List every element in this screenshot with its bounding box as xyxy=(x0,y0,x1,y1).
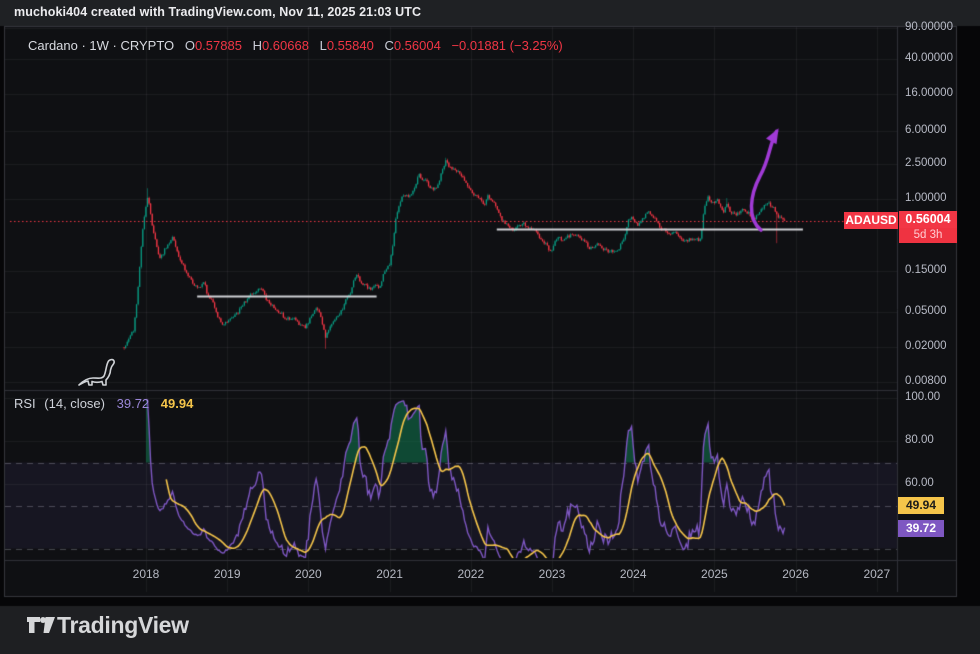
rsi-value: 39.72 xyxy=(117,396,150,411)
year-label: 2018 xyxy=(133,567,160,581)
price-axis-label: 0.05000 xyxy=(905,305,947,317)
year-label: 2019 xyxy=(214,567,241,581)
price-axis-label: 6.00000 xyxy=(905,124,947,136)
open-label: O xyxy=(185,38,195,53)
last-price: 0.56004 xyxy=(899,211,957,228)
change-value: −0.01881 (−3.25%) xyxy=(451,38,562,53)
price-axis-label: 16.00000 xyxy=(905,87,953,99)
symbol-legend[interactable]: Cardano · 1W · CRYPTO O0.57885 H0.60668 … xyxy=(28,38,563,53)
price-axis-label: 0.15000 xyxy=(905,264,947,276)
rsi-params: (14, close) xyxy=(44,396,105,411)
low-label: L xyxy=(320,38,327,53)
rsi-axis-label: 60.00 xyxy=(905,477,934,489)
symbol-price-tag: ADAUSD xyxy=(844,212,898,229)
price-axis-label: 90.00000 xyxy=(905,21,953,33)
rsi-axis-label: 80.00 xyxy=(905,434,934,446)
year-label: 2026 xyxy=(782,567,809,581)
year-label: 2024 xyxy=(620,567,647,581)
rsi-value-tag: 39.72 xyxy=(898,520,944,537)
open-value: 0.57885 xyxy=(195,38,242,53)
bar-countdown: 5d 3h xyxy=(899,228,957,243)
dinosaur-icon xyxy=(76,356,122,390)
year-label: 2021 xyxy=(376,567,403,581)
price-axis-label: 0.02000 xyxy=(905,340,947,352)
close-label: C xyxy=(384,38,393,53)
rsi-ma-tag: 49.94 xyxy=(898,497,944,514)
rsi-title: RSI xyxy=(14,396,36,411)
tradingview-wordmark[interactable]: TradingView xyxy=(57,612,189,639)
price-axis-label: 2.50000 xyxy=(905,157,947,169)
year-label: 2027 xyxy=(863,567,890,581)
year-label: 2020 xyxy=(295,567,322,581)
low-value: 0.55840 xyxy=(327,38,374,53)
close-value: 0.56004 xyxy=(394,38,441,53)
tradingview-logo-icon[interactable] xyxy=(26,613,56,639)
symbol-title: Cardano · 1W · CRYPTO xyxy=(28,38,174,53)
year-label: 2023 xyxy=(539,567,566,581)
high-value: 0.60668 xyxy=(262,38,309,53)
price-axis-label: 1.00000 xyxy=(905,192,947,204)
tradingview-snapshot: muchoki404 created with TradingView.com,… xyxy=(0,0,980,654)
price-axis-label: 40.00000 xyxy=(905,52,953,64)
year-label: 2022 xyxy=(457,567,484,581)
attribution-bar: muchoki404 created with TradingView.com,… xyxy=(14,5,421,19)
chart-canvas[interactable] xyxy=(0,0,980,654)
last-price-box: 0.56004 5d 3h xyxy=(899,211,957,243)
price-axis-label: 0.00800 xyxy=(905,375,947,387)
attribution-text: muchoki404 created with TradingView.com,… xyxy=(14,5,421,19)
high-label: H xyxy=(253,38,262,53)
rsi-legend[interactable]: RSI (14, close) 39.72 49.94 xyxy=(14,396,193,411)
year-label: 2025 xyxy=(701,567,728,581)
rsi-axis-label: 100.00 xyxy=(905,391,940,403)
rsi-ma-value: 49.94 xyxy=(161,396,194,411)
